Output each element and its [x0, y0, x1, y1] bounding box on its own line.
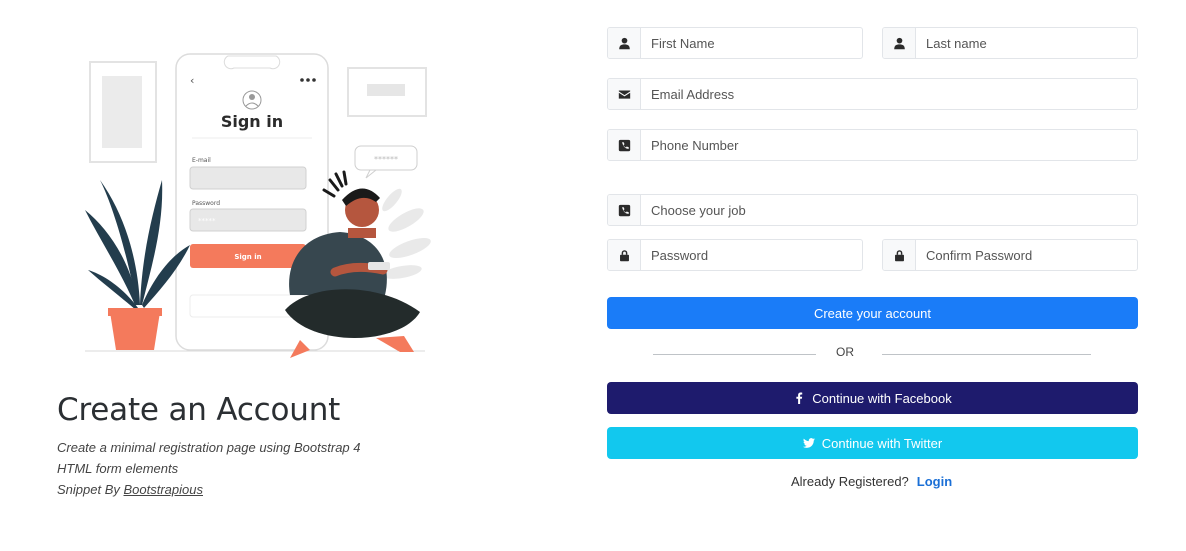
phone-field [607, 129, 1138, 161]
user-icon [608, 28, 641, 58]
email-input[interactable] [641, 79, 1137, 109]
or-divider-right [882, 354, 1091, 355]
lock-icon [883, 240, 916, 270]
phone-square-icon [608, 130, 641, 160]
already-registered-text: Already Registered? [791, 474, 909, 489]
create-account-button[interactable]: Create your account [607, 297, 1138, 329]
page-description: Create a minimal registration page using… [57, 437, 397, 500]
last-name-input[interactable] [916, 28, 1137, 58]
page-title: Create an Account [57, 392, 341, 428]
lock-icon [608, 240, 641, 270]
or-label: OR [836, 345, 854, 359]
phone-signin-title: Sign in [221, 112, 283, 131]
confirm-password-field [882, 239, 1138, 271]
first-name-input[interactable] [641, 28, 862, 58]
create-account-label: Create your account [813, 305, 932, 321]
signin-illustration: ‹ Sign in E-mail Password ***** Sign in … [85, 53, 431, 358]
speech-bubble-mask: ****** [374, 155, 398, 164]
envelope-icon [608, 79, 641, 109]
password-field [607, 239, 863, 271]
description-line-2: HTML form elements [57, 461, 179, 476]
job-select[interactable] [641, 195, 1137, 225]
svg-text:‹: ‹ [190, 74, 194, 87]
first-name-field [607, 27, 863, 59]
phone-password-mask: ***** [198, 217, 216, 225]
job-field [607, 194, 1138, 226]
or-divider-left [653, 354, 816, 355]
phone-password-label: Password [192, 200, 220, 207]
login-prompt: Already Registered? Login [791, 474, 952, 489]
password-input[interactable] [641, 240, 862, 270]
phone-email-label: E-mail [192, 157, 211, 164]
phone-signin-button-label: Sign in [234, 253, 261, 261]
credit-line: Snippet By Bootstrapious [57, 479, 397, 500]
login-link[interactable]: Login [917, 474, 952, 489]
email-field [607, 78, 1138, 110]
user-icon [883, 28, 916, 58]
twitter-button[interactable]: Continue with Twitter [607, 427, 1138, 459]
facebook-button[interactable]: Continue with Facebook [607, 382, 1138, 414]
credit-prefix: Snippet By [57, 482, 124, 497]
facebook-icon [796, 392, 803, 404]
last-name-field [882, 27, 1138, 59]
confirm-password-input[interactable] [916, 240, 1137, 270]
twitter-button-label: Continue with Twitter [821, 435, 943, 451]
phone-square-icon [608, 195, 641, 225]
phone-input[interactable] [641, 130, 1137, 160]
twitter-icon [802, 438, 815, 448]
facebook-button-label: Continue with Facebook [812, 390, 952, 406]
description-line-1: Create a minimal registration page using… [57, 440, 361, 455]
bootstrapious-link[interactable]: Bootstrapious [124, 482, 204, 497]
